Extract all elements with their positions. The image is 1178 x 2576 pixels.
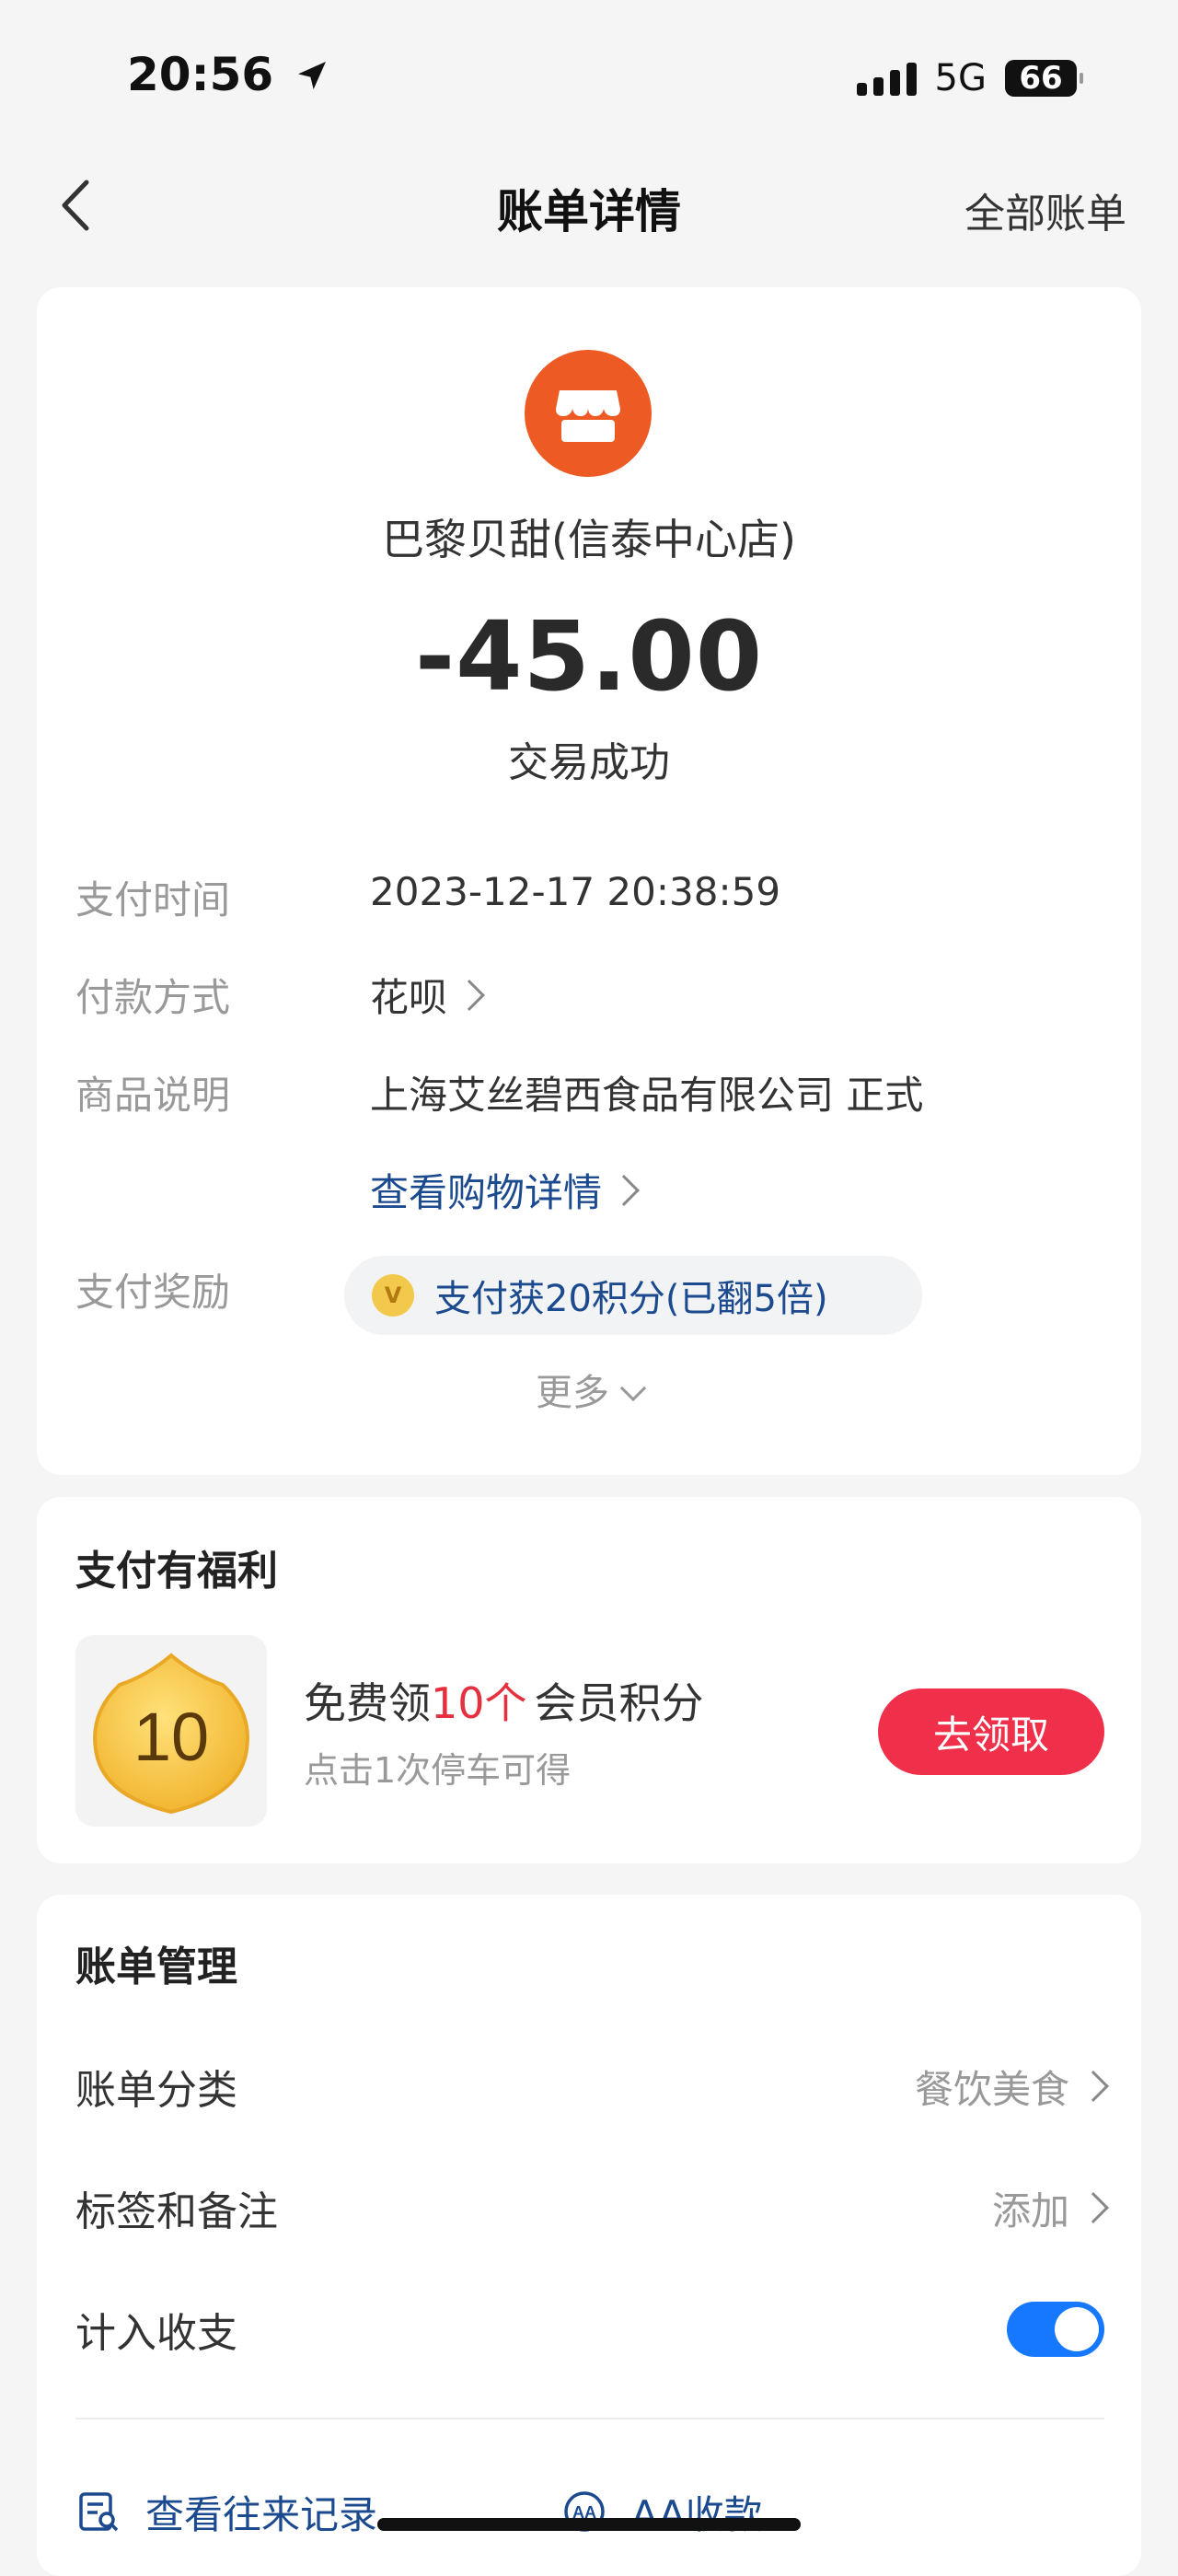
battery-icon: 66 [1005,60,1083,97]
signal-icon [856,61,917,96]
location-arrow-icon [297,62,326,89]
category-text: 餐饮美食 [914,2066,1069,2112]
coin-badge: 10 [75,1635,267,1827]
points-coin-icon: V [372,1274,414,1317]
store-icon [556,390,620,442]
tags-value: 添加 [991,2180,1109,2236]
pay-time-value: 2023-12-17 20:38:59 [370,869,780,914]
transaction-status: 交易成功 [508,739,670,786]
chevron-right-icon [1078,2071,1109,2102]
status-bar: 20:56 5G 66 [0,0,1178,138]
reward-pill[interactable]: V 支付获20积分(已翻5倍) [344,1256,922,1335]
coin-number: 10 [133,1699,209,1775]
chevron-right-icon [454,979,485,1011]
benefit-title: 支付有福利 [75,1548,278,1595]
status-time-text: 20:56 [127,48,274,101]
goods-text: 上海艾丝碧西食品有限公司 正式 [370,1073,924,1118]
goods-label: 商品说明 [75,1073,231,1118]
aa-text: AA收款 [631,2491,763,2537]
more-button[interactable]: 更多 [37,1363,1141,1416]
claim-button[interactable]: 去领取 [878,1688,1104,1775]
pay-time-label: 支付时间 [75,877,231,922]
nav-bar: 账单详情 全部账单 [0,147,1178,267]
more-text: 更多 [536,1372,609,1414]
category-label: 账单分类 [75,2067,237,2114]
chevron-right-icon [608,1174,640,1206]
status-indicators: 5G 66 [856,57,1083,99]
benefit-prefix: 免费领 [304,1678,431,1728]
benefit-highlight: 10个 [431,1678,527,1728]
chevron-right-icon [1078,2192,1109,2223]
include-row: 计入收支 [75,2292,1104,2366]
benefit-main-text: 免费领10个 会员积分 [304,1670,704,1731]
include-label: 计入收支 [75,2310,237,2357]
points-coin-icon: 10 [93,1653,249,1815]
transaction-amount: -45.00 [414,600,764,713]
aa-collect-link[interactable]: AA AA收款 [561,2484,763,2540]
pay-method-text: 花呗 [370,975,448,1020]
shopping-detail-link[interactable]: 查看购物详情 [370,1162,640,1218]
category-row[interactable]: 账单分类 餐饮美食 [75,2049,1109,2123]
include-toggle[interactable] [1007,2302,1104,2357]
history-text: 查看往来记录 [145,2491,378,2537]
all-bills-link[interactable]: 全部账单 [964,180,1126,239]
benefit-sub-text: 点击1次停车可得 [304,1750,572,1791]
bill-management-card: 账单管理 账单分类 餐饮美食 标签和备注 添加 计入收支 查看往来记录 AA A… [37,1895,1141,2576]
pay-method-value[interactable]: 花呗 [370,967,485,1023]
footer-links: 查看往来记录 AA AA收款 [75,2475,1104,2548]
merchant-name: 巴黎贝甜(信泰中心店) [382,515,796,564]
history-link[interactable]: 查看往来记录 [75,2484,377,2540]
merchant-logo [525,350,652,477]
battery-level: 66 [1019,60,1063,97]
benefit-card: 支付有福利 10 免费领10个 会员积分 点击1次停车可得 去领取 [37,1497,1141,1863]
shopping-detail-text: 查看购物详情 [370,1170,603,1215]
goods-value: 上海艾丝碧西食品有限公司 正式 [370,1064,923,1120]
tags-row[interactable]: 标签和备注 添加 [75,2171,1109,2245]
pay-method-label: 付款方式 [75,975,231,1020]
pay-time-text: 2023-12-17 20:38:59 [370,869,781,914]
divider [75,2418,1104,2419]
tags-text: 添加 [991,2187,1069,2234]
network-type: 5G [934,57,987,99]
tags-label: 标签和备注 [75,2188,278,2235]
category-value: 餐饮美食 [914,2059,1109,2115]
manage-title: 账单管理 [75,1944,237,1990]
records-search-icon [79,2492,119,2532]
reward-label: 支付奖励 [75,1270,231,1315]
status-time: 20:56 [127,48,330,101]
transaction-card: 巴黎贝甜(信泰中心店) -45.00 交易成功 支付时间 2023-12-17 … [37,287,1141,1475]
home-indicator [377,2518,801,2531]
benefit-suffix: 会员积分 [534,1678,704,1728]
reward-text: 支付获20积分(已翻5倍) [434,1278,828,1320]
chevron-down-icon [619,1375,647,1402]
